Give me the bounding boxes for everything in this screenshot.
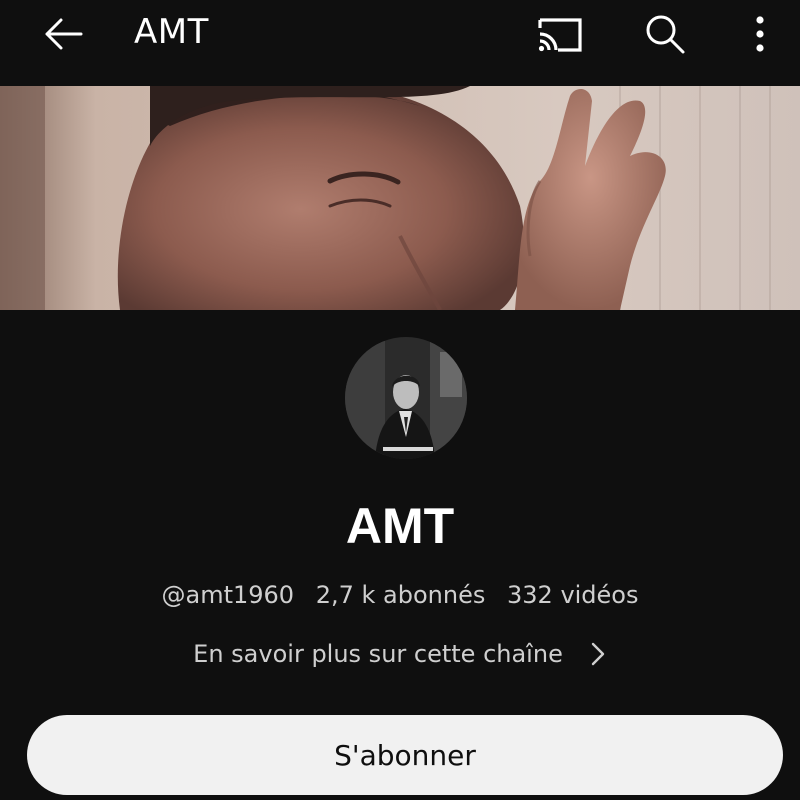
channel-handle: @amt1960 [161,581,295,609]
more-options-button[interactable] [730,4,790,64]
search-icon [646,15,685,54]
subscribe-button[interactable]: S'abonner [27,715,783,795]
channel-banner [0,86,800,310]
page-title: AMT [134,12,209,52]
subscribe-label: S'abonner [334,738,476,772]
channel-avatar[interactable] [345,337,467,459]
channel-meta: @amt1960 2,7 k abonnés 332 vidéos [0,581,800,609]
banner-image [0,86,800,310]
channel-name: AMT [345,498,455,554]
more-vertical-icon [756,16,764,52]
search-button[interactable] [635,4,695,64]
arrow-left-icon [45,18,83,50]
app-bar: AMT [0,0,800,86]
subscriber-count: 2,7 k abonnés [315,581,486,609]
avatar-image [345,337,467,459]
chevron-right-icon [589,640,607,668]
back-button[interactable] [33,4,93,64]
about-channel-label: En savoir plus sur cette chaîne [193,640,563,668]
video-count: 332 vidéos [507,581,639,609]
cast-icon [538,18,582,52]
cast-button[interactable] [528,4,588,64]
about-channel-link[interactable]: En savoir plus sur cette chaîne [0,640,800,668]
